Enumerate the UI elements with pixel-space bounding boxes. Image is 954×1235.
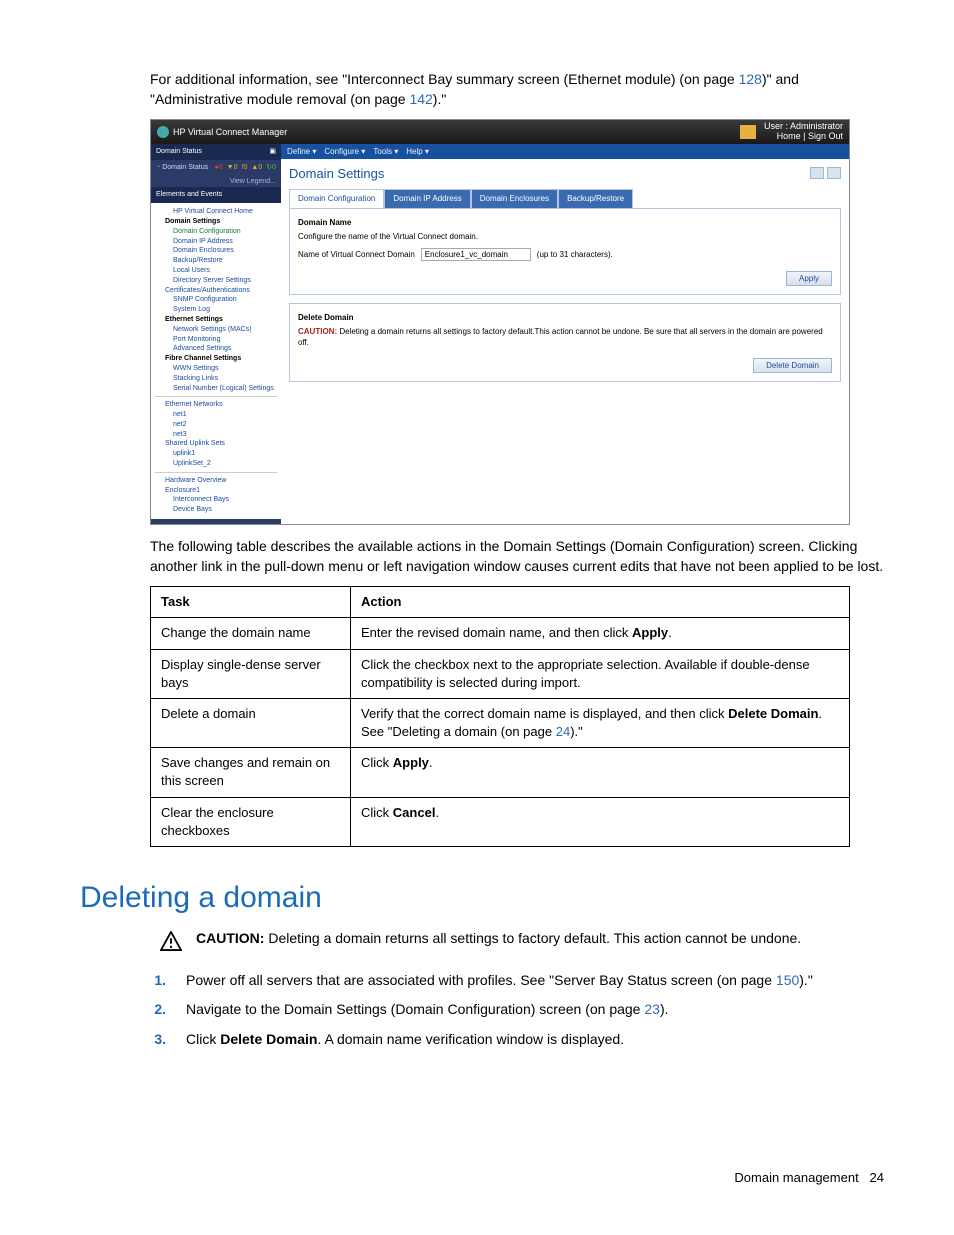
page-link[interactable]: 23 xyxy=(644,1001,660,1017)
menubar: Define ▾ Configure ▾ Tools ▾ Help ▾ xyxy=(281,144,849,159)
tree-item[interactable]: Shared Uplink Sets xyxy=(155,439,277,449)
tab-domain-configuration[interactable]: Domain Configuration xyxy=(289,189,384,207)
tree-item[interactable]: Hardware Overview xyxy=(155,476,277,486)
tree-item[interactable]: uplink1 xyxy=(155,449,277,459)
tree-item[interactable]: System Log xyxy=(155,305,277,315)
table-row: Save changes and remain on this screenCl… xyxy=(151,748,850,797)
table-header-task: Task xyxy=(151,587,351,618)
page-link[interactable]: 24 xyxy=(556,724,570,739)
table-row: Clear the enclosure checkboxesClick Canc… xyxy=(151,797,850,846)
apply-button[interactable]: Apply xyxy=(786,271,832,286)
step-item: 3.Click Delete Domain. A domain name ver… xyxy=(150,1030,884,1050)
step-item: 1.Power off all servers that are associa… xyxy=(150,971,884,991)
intro-paragraph: For additional information, see "Interco… xyxy=(150,70,884,109)
tree-item[interactable]: Backup/Restore xyxy=(155,256,277,266)
view-legend-link[interactable]: View Legend... xyxy=(151,176,281,188)
tree-item[interactable]: Domain Settings xyxy=(155,217,277,227)
caution-text: Deleting a domain returns all settings t… xyxy=(264,930,801,946)
tree-item[interactable]: Directory Server Settings xyxy=(155,276,277,286)
window-icons xyxy=(807,167,841,182)
tree-item[interactable]: Certificates/Authentications xyxy=(155,286,277,296)
tree-item[interactable]: UplinkSet_2 xyxy=(155,459,277,469)
tree-item[interactable]: Network Settings (MACs) xyxy=(155,325,277,335)
home-icon[interactable] xyxy=(740,125,756,139)
tree-item[interactable]: Ethernet Networks xyxy=(155,400,277,410)
menu-define[interactable]: Define ▾ xyxy=(287,146,316,157)
delete-domain-button[interactable]: Delete Domain xyxy=(753,358,832,373)
page-link-128[interactable]: 128 xyxy=(739,71,762,87)
tree-item[interactable]: Domain IP Address xyxy=(155,237,277,247)
tree-item[interactable]: Serial Number (Logical) Settings xyxy=(155,384,277,394)
tabbar: Domain Configuration Domain IP Address D… xyxy=(289,189,841,207)
table-row: Delete a domainVerify that the correct d… xyxy=(151,698,850,747)
table-intro: The following table describes the availa… xyxy=(150,537,884,576)
nav-tree: HP Virtual Connect HomeDomain SettingsDo… xyxy=(151,203,281,519)
domain-name-heading: Domain Name xyxy=(298,217,832,228)
main-content: Define ▾ Configure ▾ Tools ▾ Help ▾ Doma… xyxy=(281,144,849,524)
menu-tools[interactable]: Tools ▾ xyxy=(373,146,398,157)
sidebar: Domain Status▣ ◔ Domain Status ●0 ▼0 !0 … xyxy=(151,144,281,524)
table-row: Display single-dense server baysClick th… xyxy=(151,649,850,698)
tab-domain-ip-address[interactable]: Domain IP Address xyxy=(384,189,470,207)
collapse-icon[interactable]: ▣ xyxy=(269,147,276,157)
page-title: Domain Settings xyxy=(289,165,384,183)
delete-domain-caution: CAUTION: Deleting a domain returns all s… xyxy=(298,326,832,348)
status-ok-icon: ◔ xyxy=(156,164,160,171)
tree-item[interactable]: Stacking Links xyxy=(155,374,277,384)
actions-table: Task Action Change the domain nameEnter … xyxy=(150,586,850,847)
section-heading: Deleting a domain xyxy=(80,877,884,919)
help-icon[interactable] xyxy=(827,167,841,179)
tree-item[interactable]: Ethernet Settings xyxy=(155,315,277,325)
tree-item[interactable]: Advanced Settings xyxy=(155,344,277,354)
tree-item[interactable]: Fibre Channel Settings xyxy=(155,354,277,364)
tree-item[interactable]: Domain Configuration xyxy=(155,227,277,237)
hp-logo-icon xyxy=(157,126,169,138)
home-signout-links[interactable]: Home | Sign Out xyxy=(764,132,843,142)
tree-item[interactable]: Local Users xyxy=(155,266,277,276)
domain-name-panel: Domain Name Configure the name of the Vi… xyxy=(289,208,841,295)
domain-name-hint: (up to 31 characters). xyxy=(537,249,613,260)
tree-item[interactable]: Device Bays xyxy=(155,505,277,515)
titlebar: HP Virtual Connect Manager User : Admini… xyxy=(151,120,849,144)
app-title: HP Virtual Connect Manager xyxy=(173,126,287,139)
tree-item[interactable]: Domain Enclosures xyxy=(155,246,277,256)
caution-icon xyxy=(160,931,182,957)
print-icon[interactable] xyxy=(810,167,824,179)
menu-help[interactable]: Help ▾ xyxy=(406,146,429,157)
tree-item[interactable]: Port Monitoring xyxy=(155,335,277,345)
step-item: 2.Navigate to the Domain Settings (Domai… xyxy=(150,1000,884,1020)
elements-events-header: Elements and Events xyxy=(151,187,281,203)
page-link-142[interactable]: 142 xyxy=(409,91,432,107)
domain-status-header: Domain Status▣ xyxy=(151,144,281,160)
caution-block: CAUTION: Deleting a domain returns all s… xyxy=(160,929,884,957)
delete-domain-heading: Delete Domain xyxy=(298,312,832,323)
tree-item[interactable]: WWN Settings xyxy=(155,364,277,374)
tree-item[interactable]: net1 xyxy=(155,410,277,420)
tree-item[interactable]: Interconnect Bays xyxy=(155,495,277,505)
page-footer: Domain management 24 xyxy=(80,1169,884,1187)
tree-item[interactable]: net3 xyxy=(155,430,277,440)
tree-item[interactable]: HP Virtual Connect Home xyxy=(155,207,277,217)
steps-list: 1.Power off all servers that are associa… xyxy=(150,971,884,1050)
app-screenshot: HP Virtual Connect Manager User : Admini… xyxy=(150,119,850,525)
delete-domain-panel: Delete Domain CAUTION: Deleting a domain… xyxy=(289,303,841,383)
table-header-action: Action xyxy=(351,587,850,618)
domain-name-input-label: Name of Virtual Connect Domain xyxy=(298,249,415,260)
domain-name-desc: Configure the name of the Virtual Connec… xyxy=(298,231,832,242)
domain-name-input[interactable] xyxy=(421,248,531,261)
tree-item[interactable]: SNMP Configuration xyxy=(155,295,277,305)
caution-label: CAUTION: xyxy=(196,930,264,946)
tab-backup-restore[interactable]: Backup/Restore xyxy=(558,189,633,207)
page-link[interactable]: 150 xyxy=(776,972,799,988)
tree-item[interactable]: Enclosure1 xyxy=(155,486,277,496)
table-row: Change the domain nameEnter the revised … xyxy=(151,618,850,649)
tree-item[interactable]: net2 xyxy=(155,420,277,430)
status-icons: ●0 ▼0 !0 ▲0 ↻0 xyxy=(215,163,276,173)
menu-configure[interactable]: Configure ▾ xyxy=(324,146,365,157)
tab-domain-enclosures[interactable]: Domain Enclosures xyxy=(471,189,558,207)
